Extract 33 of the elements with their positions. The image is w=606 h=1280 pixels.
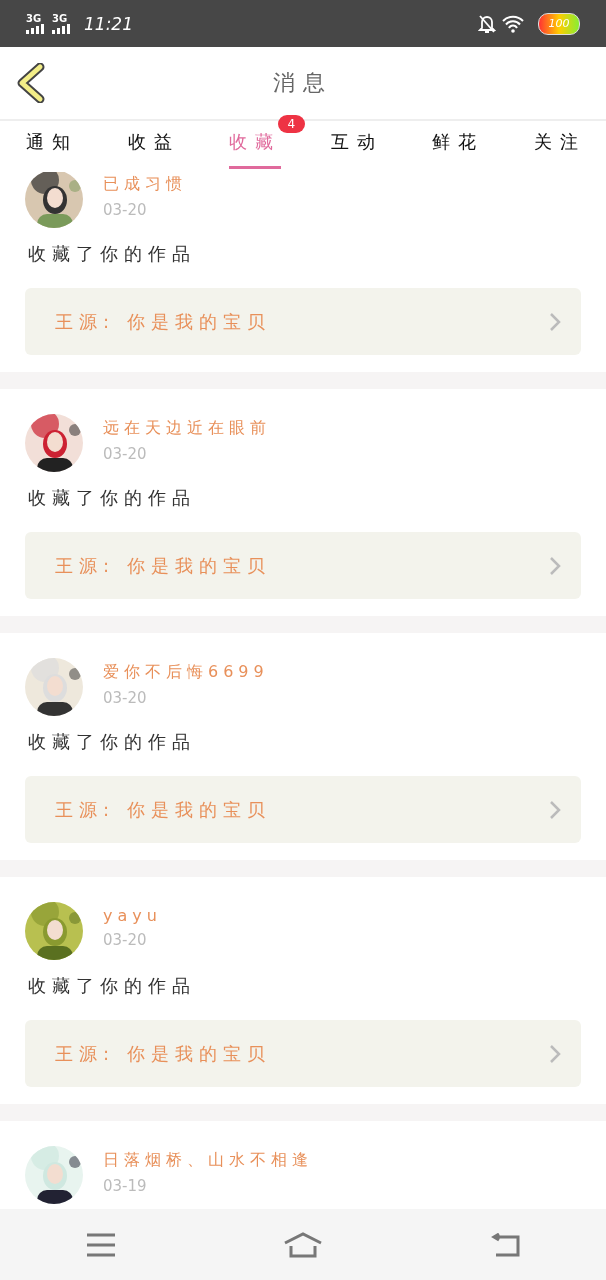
work-link[interactable]: 王源: 你是我的宝贝 — [25, 288, 581, 355]
wifi-icon — [502, 14, 524, 33]
work-link[interactable]: 王源: 你是我的宝贝 — [25, 1020, 581, 1087]
user-name[interactable]: 爱你不后悔6699 — [103, 662, 269, 683]
message-date: 03-20 — [103, 201, 148, 219]
status-time: 11:21 — [84, 13, 133, 34]
user-name[interactable]: 远在天边近在眼前 — [103, 418, 271, 439]
message-text: 收藏了你的作品 — [28, 974, 197, 998]
chevron-right-icon — [549, 1043, 561, 1064]
chevron-right-icon — [549, 555, 561, 576]
message-text: 收藏了你的作品 — [28, 486, 197, 510]
message-date: 03-20 — [103, 931, 148, 949]
chevron-right-icon — [549, 311, 561, 332]
count-badge: 4 — [277, 115, 306, 133]
tab[interactable]: 收益 — [127, 121, 180, 169]
message-date: 03-20 — [103, 445, 148, 463]
bell-off-icon — [478, 13, 496, 34]
tab[interactable]: 互动 — [330, 121, 383, 169]
work-link[interactable]: 王源: 你是我的宝贝 — [25, 776, 581, 843]
tab[interactable]: 关注 — [533, 121, 586, 169]
user-name[interactable]: 已成习惯 — [103, 174, 187, 195]
message-text: 收藏了你的作品 — [28, 242, 197, 266]
tab[interactable]: 通知 — [26, 121, 78, 169]
message-date: 03-19 — [103, 1177, 148, 1195]
work-link[interactable]: 王源: 你是我的宝贝 — [25, 532, 581, 599]
page-title: 消息 — [273, 69, 333, 97]
user-name[interactable]: yayu — [103, 906, 162, 925]
message-date: 03-20 — [103, 689, 148, 707]
chevron-right-icon — [549, 799, 561, 820]
message-text: 收藏了你的作品 — [28, 730, 197, 754]
user-name[interactable]: 日落烟桥、山水不相逢 — [103, 1150, 313, 1171]
battery-icon: 100 — [538, 12, 580, 35]
tab[interactable]: 鲜花 — [432, 121, 485, 169]
